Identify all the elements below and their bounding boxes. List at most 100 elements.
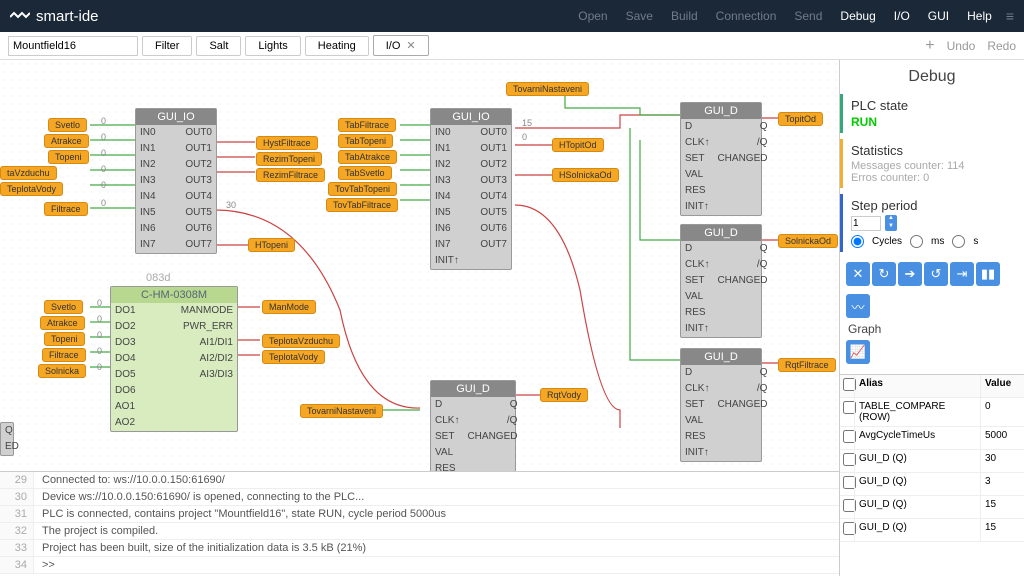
step-back-icon[interactable]: ↺ [924,262,948,286]
block-gui-io-1[interactable]: GUI_IO IN0IN1IN2IN3IN4IN5IN6IN7 OUT0OUT1… [135,108,217,254]
block-gui-d-4[interactable]: GUI_D DCLK↑SETVALRESINIT↑Q/QCHANGED [430,380,516,471]
plc-state-label: PLC state [851,98,1016,113]
graph-icon[interactable]: 📈 [846,340,870,364]
tag-teplotavody-2[interactable]: TeplotaVody [262,350,325,364]
tag-tovarninastaveni-2[interactable]: TovarniNastaveni [300,404,383,418]
project-name-input[interactable] [8,36,138,56]
tag-tabtopeni[interactable]: TabTopeni [338,134,393,148]
tag-rezimtopeni[interactable]: RezimTopeni [256,152,322,166]
statistics-label: Statistics [851,143,1016,158]
tag-rqtfiltrace[interactable]: RqtFiltrace [778,358,836,372]
table-row[interactable]: AvgCycleTimeUs5000 [840,427,1024,450]
tag-manmode[interactable]: ManMode [262,300,316,314]
hamburger-icon[interactable]: ≡ [1006,8,1014,24]
tag-tabfiltrace[interactable]: TabFiltrace [338,118,396,132]
menu-connection[interactable]: Connection [716,9,777,23]
redo-button[interactable]: Redo [987,39,1016,53]
menu-debug[interactable]: Debug [840,9,875,23]
logo: smart-ide [10,8,99,25]
console-text: >> [34,557,63,573]
col-alias: Alias [854,375,980,397]
radio-cycles[interactable] [851,235,864,248]
tab-heating[interactable]: Heating [305,36,369,56]
block-gui-d-1[interactable]: GUI_D DCLK↑SETVALRESINIT↑Q/QCHANGED [680,102,762,216]
main-menu: Open Save Build Connection Send Debug I/… [578,9,992,23]
toolbar: Filter Salt Lights Heating I/O✕ + Undo R… [0,32,1024,60]
tag-htopeni[interactable]: HTopeni [248,238,295,252]
tag-hsolnickaod[interactable]: HSolnickaOd [552,168,619,182]
close-icon[interactable]: ✕ [406,40,415,52]
tab-lights[interactable]: Lights [245,36,300,56]
app-name: smart-ide [36,8,99,25]
tag-htopitod[interactable]: HTopitOd [552,138,604,152]
refresh-icon[interactable]: ↻ [872,262,896,286]
tag-rqtvody[interactable]: RqtVody [540,388,588,402]
variable-table: Alias Value TABLE_COMPARE (ROW)0AvgCycle… [840,374,1024,576]
tag-topeni-2[interactable]: Topeni [44,332,85,346]
tag-rezimfiltrace[interactable]: RezimFiltrace [256,168,325,182]
undo-button[interactable]: Undo [947,39,976,53]
tag-topitod[interactable]: TopitOd [778,112,823,126]
tag-tovtabfiltrace[interactable]: TovTabFiltrace [326,198,398,212]
tag-teplotavzduchu[interactable]: TeplotaVzduchu [262,334,340,348]
tag-svetlo-2[interactable]: Svetlo [44,300,83,314]
stop-icon[interactable]: ✕ [846,262,870,286]
pause-icon[interactable]: ▮▮ [976,262,1000,286]
table-row[interactable]: GUI_D (Q)3 [840,473,1024,496]
tab-io[interactable]: I/O✕ [373,35,429,56]
radio-s[interactable] [952,235,965,248]
tag-tabatrakce[interactable]: TabAtrakce [338,150,397,164]
plc-state-value: RUN [851,115,1016,129]
tag-filtrace-2[interactable]: Filtrace [42,348,86,362]
block-gui-d-3[interactable]: GUI_D DCLK↑SETVALRESINIT↑Q/QCHANGED [680,348,762,462]
block-edge[interactable]: QED [0,422,14,456]
toolbar-right: + Undo Redo [925,37,1016,55]
block-chm[interactable]: C-HM-0308M DO1DO2DO3DO4DO5DO6AO1AO2MANMO… [110,286,238,432]
menu-save[interactable]: Save [626,9,653,23]
block-gui-d-2[interactable]: GUI_D DCLK↑SETVALRESINIT↑Q/QCHANGED [680,224,762,338]
line-number: 29 [0,472,34,488]
step-over-icon[interactable]: ⇥ [950,262,974,286]
tag-topeni[interactable]: Topeni [48,150,89,164]
tag-tavzduchu[interactable]: taVzduchu [0,166,57,180]
line-number: 32 [0,523,34,539]
add-tab-button[interactable]: + [925,37,934,55]
radio-ms[interactable] [910,235,923,248]
col-value: Value [980,375,1024,397]
console-text: Project has been built, size of the init… [34,540,374,556]
block-gui-io-2[interactable]: GUI_IO IN0IN1IN2IN3IN4IN5IN6IN7INIT↑ OUT… [430,108,512,270]
menu-build[interactable]: Build [671,9,698,23]
tag-teplotavody[interactable]: TeplotaVody [0,182,63,196]
menu-io[interactable]: I/O [894,9,910,23]
console-text: The project is compiled. [34,523,166,539]
tag-svetlo[interactable]: Svetlo [48,118,87,132]
step-forward-icon[interactable]: ➔ [898,262,922,286]
table-row[interactable]: GUI_D (Q)15 [840,496,1024,519]
menu-gui[interactable]: GUI [928,9,949,23]
step-period-input[interactable] [851,216,881,231]
tag-atrakce-2[interactable]: Atrakce [40,316,85,330]
diagram-canvas[interactable]: GUI_IO IN0IN1IN2IN3IN4IN5IN6IN7 OUT0OUT1… [0,60,839,471]
menu-open[interactable]: Open [578,9,607,23]
tag-hystfiltrace[interactable]: HystFiltrace [256,136,318,150]
step-spinner[interactable]: ▲▼ [885,215,897,231]
tag-atrakce[interactable]: Atrakce [44,134,89,148]
value-30: 30 [226,200,236,210]
tag-solnickaod[interactable]: SolnickaOd [778,234,838,248]
tab-salt[interactable]: Salt [196,36,241,56]
table-row[interactable]: GUI_D (Q)30 [840,450,1024,473]
console-text: Device ws://10.0.0.150:61690/ is opened,… [34,489,372,505]
tag-tovtabtopeni[interactable]: TovTabTopeni [328,182,397,196]
table-row[interactable]: TABLE_COMPARE (ROW)0 [840,398,1024,427]
tag-tovarninastaveni[interactable]: TovarniNastaveni [506,82,589,96]
tag-filtrace[interactable]: Filtrace [44,202,88,216]
value-15: 15 [522,118,532,128]
tab-filter[interactable]: Filter [142,36,192,56]
chart-line-icon[interactable]: 〰 [846,294,870,318]
tag-solnicka[interactable]: Solnicka [38,364,86,378]
menu-send[interactable]: Send [794,9,822,23]
table-row[interactable]: GUI_D (Q)15 [840,519,1024,542]
tag-tabsvetlo[interactable]: TabSvetlo [338,166,392,180]
graph-label: Graph [840,322,1024,336]
menu-help[interactable]: Help [967,9,992,23]
